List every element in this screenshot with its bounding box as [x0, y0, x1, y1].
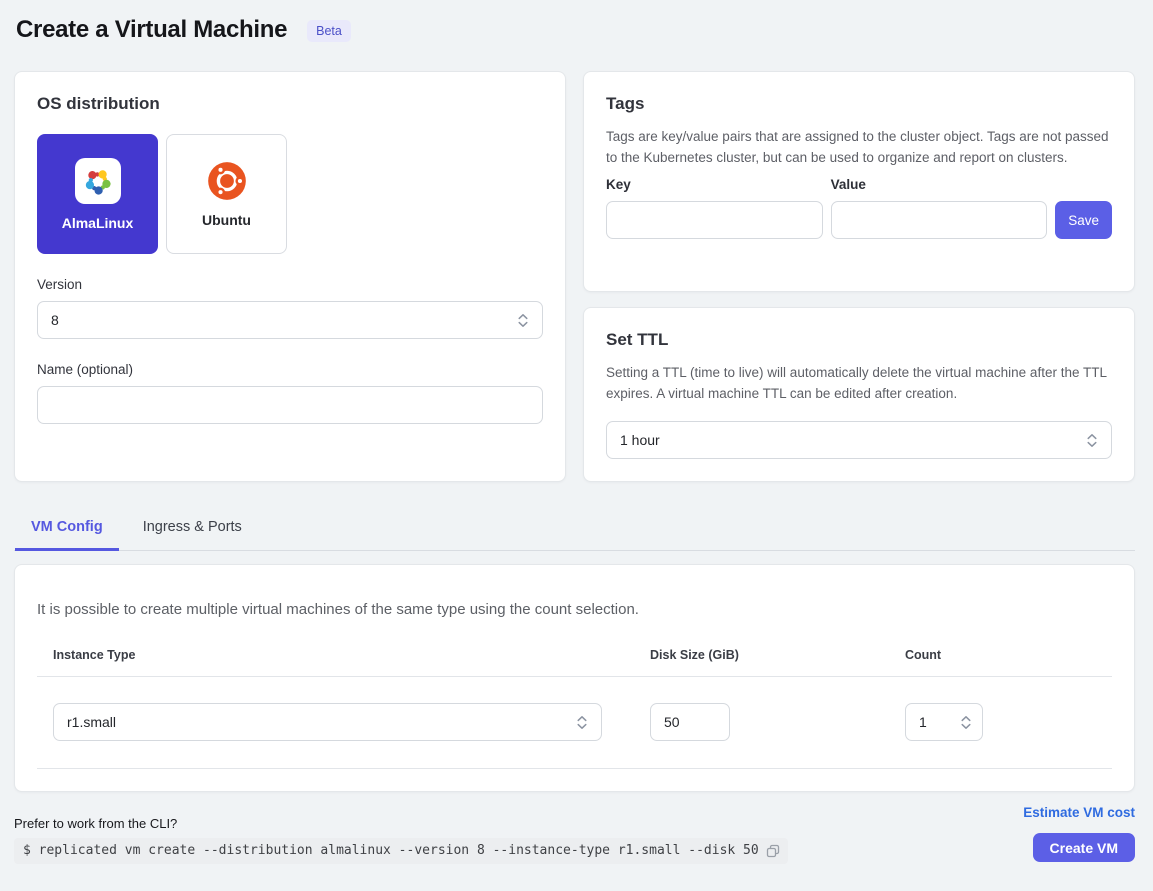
ttl-select[interactable]: 1 hour [606, 421, 1112, 459]
copy-icon[interactable] [766, 844, 780, 858]
col-count: Count [889, 648, 1112, 662]
ttl-description: Setting a TTL (time to live) will automa… [606, 363, 1112, 404]
beta-badge: Beta [307, 20, 351, 42]
col-instance-type: Instance Type [37, 648, 634, 662]
count-stepper[interactable]: 1 [905, 703, 983, 741]
version-select-value: 8 [51, 312, 59, 328]
value-field[interactable] [845, 202, 1034, 238]
tags-card-title: Tags [606, 94, 1112, 114]
os-tile-almalinux[interactable]: AlmaLinux [37, 134, 158, 254]
estimate-vm-cost-link[interactable]: Estimate VM cost [1023, 805, 1135, 820]
tab-vm-config[interactable]: VM Config [15, 510, 119, 551]
set-ttl-card: Set TTL Setting a TTL (time to live) wil… [583, 307, 1135, 482]
almalinux-logo-icon [75, 158, 121, 204]
chevron-up-down-icon [576, 715, 588, 730]
tag-key-col: Key [606, 177, 823, 239]
tab-ingress-ports[interactable]: Ingress & Ports [127, 510, 258, 551]
ubuntu-logo-icon [207, 161, 247, 201]
ttl-card-title: Set TTL [606, 330, 1112, 350]
save-tag-button[interactable]: Save [1055, 201, 1112, 239]
cli-section: Prefer to work from the CLI? $ replicate… [14, 816, 788, 864]
tags-card: Tags Tags are key/value pairs that are a… [583, 71, 1135, 292]
name-field[interactable] [51, 387, 529, 423]
cli-prompt-text: Prefer to work from the CLI? [14, 816, 788, 831]
value-label: Value [831, 177, 1048, 192]
ttl-select-value: 1 hour [620, 432, 660, 448]
create-vm-button[interactable]: Create VM [1033, 833, 1135, 862]
cli-code-block: $ replicated vm create --distribution al… [14, 838, 788, 864]
os-tile-label: Ubuntu [202, 212, 251, 228]
name-field-wrap [37, 386, 543, 424]
version-select[interactable]: 8 [37, 301, 543, 339]
os-card-title: OS distribution [37, 94, 543, 114]
col-disk-size: Disk Size (GiB) [634, 648, 889, 662]
key-label: Key [606, 177, 823, 192]
footer-actions: Estimate VM cost Create VM [1023, 805, 1135, 862]
vm-table-header: Instance Type Disk Size (GiB) Count [37, 648, 1112, 677]
vm-config-intro: It is possible to create multiple virtua… [37, 587, 1112, 618]
vm-table: Instance Type Disk Size (GiB) Count r1.s… [37, 648, 1112, 769]
disk-size-input[interactable] [664, 704, 716, 740]
key-field[interactable] [620, 202, 809, 238]
disk-size-wrap [650, 703, 730, 741]
footer: Prefer to work from the CLI? $ replicate… [14, 805, 1135, 864]
key-field-wrap [606, 201, 823, 239]
cli-command-text: $ replicated vm create --distribution al… [23, 843, 759, 858]
chevron-up-down-icon [517, 313, 529, 328]
tags-form: Key Value Save [606, 177, 1112, 239]
os-tile-label: AlmaLinux [62, 215, 134, 231]
value-field-wrap [831, 201, 1048, 239]
disk-size-cell [634, 703, 889, 741]
page-header: Create a Virtual Machine Beta [14, 14, 1135, 44]
os-tile-ubuntu[interactable]: Ubuntu [166, 134, 287, 254]
count-value: 1 [919, 714, 927, 730]
vm-table-row: r1.small 1 [37, 677, 1112, 769]
vm-config-card: It is possible to create multiple virtua… [14, 564, 1135, 792]
tag-value-col: Value [831, 177, 1048, 239]
top-cards-row: OS distribution [14, 71, 1135, 482]
tags-description: Tags are key/value pairs that are assign… [606, 127, 1112, 168]
version-label: Version [37, 277, 543, 292]
create-vm-page: Create a Virtual Machine Beta OS distrib… [0, 0, 1153, 864]
tab-bar: VM Config Ingress & Ports [14, 510, 1135, 551]
name-label: Name (optional) [37, 362, 543, 377]
instance-type-select[interactable]: r1.small [53, 703, 602, 741]
right-column: Tags Tags are key/value pairs that are a… [583, 71, 1135, 482]
count-cell: 1 [889, 703, 1112, 741]
os-tiles: AlmaLinux Ubuntu [37, 134, 543, 254]
instance-type-value: r1.small [67, 714, 116, 730]
chevron-up-down-icon [1086, 433, 1098, 448]
os-distribution-card: OS distribution [14, 71, 566, 482]
instance-type-cell: r1.small [37, 703, 634, 741]
chevron-up-down-icon [960, 715, 972, 730]
page-title: Create a Virtual Machine [16, 16, 287, 44]
